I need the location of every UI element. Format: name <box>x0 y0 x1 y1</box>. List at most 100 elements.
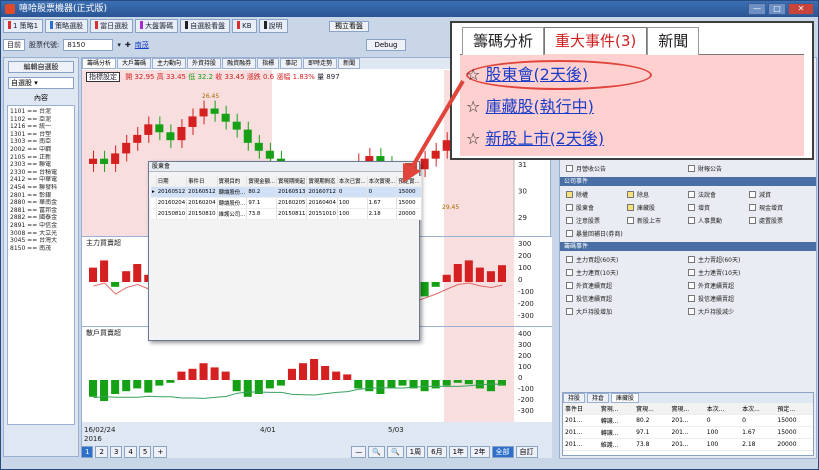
watchlist-item[interactable]: 2881 == 富邦金 <box>10 207 72 215</box>
watchlist-item[interactable]: 2882 == 國泰金 <box>10 214 72 222</box>
checkbox-icon[interactable] <box>749 191 756 198</box>
checkbox-icon[interactable] <box>688 295 695 302</box>
checkbox-icon[interactable] <box>566 256 573 263</box>
checkbox-icon[interactable] <box>688 191 695 198</box>
checkbox-icon[interactable] <box>566 204 573 211</box>
event-link[interactable]: 新股上市(2天後) <box>485 129 604 148</box>
chart-tab-6[interactable]: 事記 <box>280 58 303 69</box>
toolbar-tab-3[interactable]: 大盤籌碼 <box>135 19 179 33</box>
watchlist-item[interactable]: 2303 == 聯電 <box>10 161 72 169</box>
dialog-header-cell[interactable]: 實現目的 <box>217 176 248 187</box>
checkbox-icon[interactable] <box>688 256 695 263</box>
filter-checkbox[interactable]: 主力賣超(60天) <box>688 255 810 264</box>
dialog-header-cell[interactable]: 實現金額... <box>246 176 278 187</box>
watchlist-item[interactable]: 3008 == 大立光 <box>10 230 72 238</box>
dialog-row[interactable]: ▸ 20160512 20160512 轉讓股份... 80.2 20160513 2016… <box>151 186 422 198</box>
checkbox-icon[interactable] <box>688 282 695 289</box>
filter-checkbox[interactable]: 現金增資 <box>749 203 810 212</box>
filter-checkbox[interactable]: 增資 <box>688 203 749 212</box>
checkbox-icon[interactable] <box>688 165 695 172</box>
range-control-0[interactable]: — <box>351 446 367 458</box>
dialog-close-button[interactable] <box>405 163 417 171</box>
filter-checkbox[interactable]: 股東會 <box>566 203 627 212</box>
event-link[interactable]: 庫藏股(執行中) <box>485 97 594 116</box>
event-item-shareholder-meeting[interactable]: ☆ 股東會(2天後) <box>466 61 588 85</box>
dialog-header-cell[interactable]: 實現期間迄 <box>306 176 338 187</box>
table-header-cell[interactable]: 本次... <box>704 403 741 415</box>
checkbox-icon[interactable] <box>627 204 634 211</box>
filter-checkbox[interactable]: 外資連續買超 <box>566 281 688 290</box>
maximize-button[interactable]: □ <box>768 3 786 15</box>
checkbox-icon[interactable] <box>566 308 573 315</box>
watchlist-item[interactable]: 2105 == 正新 <box>10 154 72 162</box>
toolbar-tab-1[interactable]: 策略選股 <box>45 19 89 33</box>
watchlist-item[interactable]: 8150 == 南茂 <box>10 245 72 253</box>
chart-tab-4[interactable]: 融資融券 <box>222 58 257 69</box>
event-item-treasury-stock[interactable]: ☆ 庫藏股(執行中) <box>466 93 594 117</box>
toolbar-tab-0[interactable]: 1 策略1 <box>3 19 44 33</box>
chart-tab-0[interactable]: 籌碼分析 <box>82 58 117 69</box>
close-button[interactable]: ✕ <box>788 3 814 15</box>
filter-checkbox[interactable]: 外資連續賣超 <box>688 281 810 290</box>
filter-checkbox[interactable]: 人事異動 <box>688 216 749 225</box>
checkbox-icon[interactable] <box>688 204 695 211</box>
chart-tab-1[interactable]: 大戶籌碼 <box>117 58 152 69</box>
filter-checkbox[interactable]: 投信連續賣超 <box>688 294 810 303</box>
watchlist-item[interactable]: 3045 == 台灣大 <box>10 237 72 245</box>
dialog-row[interactable]: 20160204 20160204 轉讓股份... 97.1 20160205 20160… <box>151 197 422 209</box>
checkbox-extra[interactable]: 暴量回補日(券商) <box>566 229 810 238</box>
range-control-6[interactable]: 2年 <box>470 446 490 458</box>
dialog-header-cell[interactable]: 日期 <box>156 176 188 187</box>
stock-code-input[interactable]: 8150 <box>63 39 114 51</box>
toolbar-tab-5[interactable]: KB <box>232 19 257 33</box>
checkbox-icon[interactable] <box>749 204 756 211</box>
filter-checkbox[interactable]: 主力買超(60天) <box>566 255 688 264</box>
checkbox-icon[interactable] <box>627 217 634 224</box>
watchlist-item[interactable]: 1101 == 台泥 <box>10 108 72 116</box>
checkbox-icon[interactable] <box>627 191 634 198</box>
checkbox-icon[interactable] <box>688 217 695 224</box>
dialog-header-cell[interactable]: 本次實現... <box>367 176 398 187</box>
filter-checkbox[interactable]: 處置股票 <box>749 216 810 225</box>
filter-checkbox[interactable]: 投信連續買超 <box>566 294 688 303</box>
watchlist-item[interactable]: 1102 == 亞泥 <box>10 116 72 124</box>
chart-tab-3[interactable]: 外資持股 <box>187 58 222 69</box>
filter-checkbox[interactable]: 除息 <box>627 190 688 199</box>
dialog-row[interactable]: 20150810 20150810 維護公司... 73.8 20150811 20151… <box>151 208 422 220</box>
watchlist-item[interactable]: 1216 == 統一 <box>10 123 72 131</box>
edit-watchlist-button[interactable]: 編輯自選股 <box>8 61 74 73</box>
filter-checkbox[interactable]: 新股上市 <box>627 216 688 225</box>
checkbox-icon[interactable] <box>749 217 756 224</box>
dialog-header-cell[interactable]: 事件日 <box>186 176 218 187</box>
filter-checkbox[interactable]: 法說會 <box>688 190 749 199</box>
page-button-3[interactable]: 4 <box>124 446 137 458</box>
filter-checkbox[interactable]: 財報公告 <box>688 164 810 173</box>
minimize-button[interactable]: — <box>748 3 766 15</box>
standalone-view-button[interactable]: 獨立看盤 <box>329 21 369 32</box>
tab-chip-analysis[interactable]: 籌碼分析 <box>462 27 545 55</box>
watchlist-item[interactable]: 1301 == 台塑 <box>10 131 72 139</box>
checkbox-icon[interactable] <box>688 308 695 315</box>
filter-checkbox[interactable]: 大戶持股增加 <box>566 307 688 316</box>
page-button-5[interactable]: + <box>153 446 168 458</box>
filter-checkbox[interactable]: 庫藏股 <box>627 203 688 212</box>
chart-tab-8[interactable]: 新聞 <box>338 58 361 69</box>
table-header-cell[interactable]: 預定... <box>775 403 813 415</box>
chart-tab-2[interactable]: 主力動向 <box>152 58 187 69</box>
checkbox-icon[interactable] <box>566 217 573 224</box>
dialog-header-cell[interactable]: 本次已實... <box>337 176 368 187</box>
checkbox-icon[interactable] <box>566 165 573 172</box>
range-control-7[interactable]: 全部 <box>491 446 514 458</box>
event-item-new-listing[interactable]: ☆ 新股上市(2天後) <box>466 125 604 149</box>
table-header-cell[interactable]: 實現... <box>598 403 635 415</box>
filter-checkbox[interactable]: 大戶持股減少 <box>688 307 810 316</box>
debug-button[interactable]: Debug <box>366 39 406 51</box>
tab-major-events[interactable]: 重大事件(3) <box>544 27 648 55</box>
range-control-4[interactable]: 6月 <box>427 446 447 458</box>
range-control-3[interactable]: 1周 <box>405 446 426 458</box>
filter-checkbox[interactable]: 主力連買(10天) <box>566 268 688 277</box>
range-control-2[interactable]: 🔍 <box>386 446 404 458</box>
dialog-header-cell[interactable]: 預定實... <box>396 176 422 187</box>
page-button-4[interactable]: 5 <box>138 446 152 458</box>
filter-checkbox[interactable]: 除權 <box>566 190 627 199</box>
